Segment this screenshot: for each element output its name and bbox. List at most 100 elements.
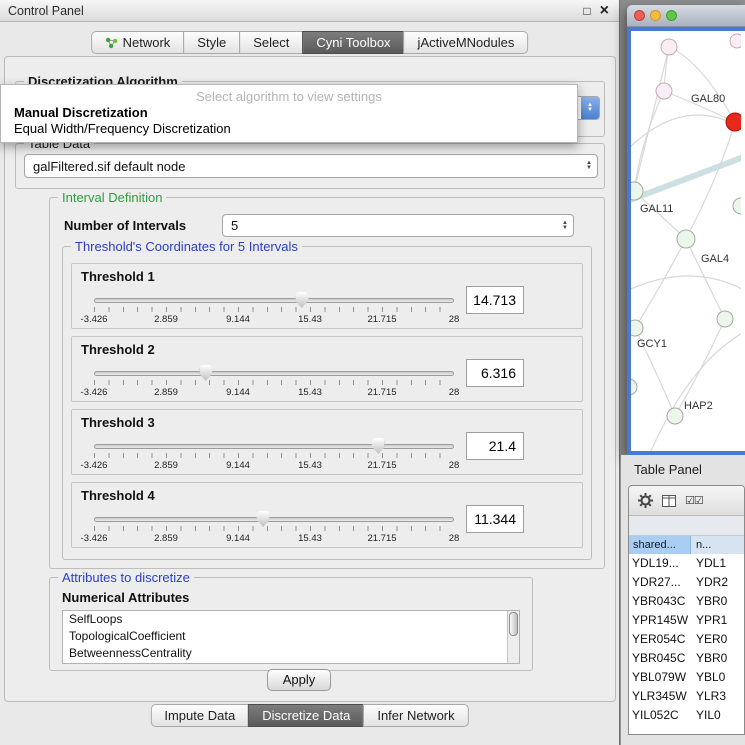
attributes-group-label: Attributes to discretize: [58, 570, 194, 585]
list-item[interactable]: SelfLoops: [63, 611, 519, 628]
column-header-shared-name[interactable]: shared...: [629, 536, 691, 554]
close-icon[interactable]: ×: [600, 4, 609, 18]
select-all-checks-icon[interactable]: ☑☑: [685, 494, 703, 507]
tick-label: 28: [449, 387, 460, 398]
table-row[interactable]: YLR345W YLR3: [629, 687, 744, 706]
dropdown-option-manual-discretization[interactable]: Manual Discretization: [1, 105, 577, 121]
tick-label: -3.426: [81, 460, 108, 471]
minimize-traffic-light[interactable]: [650, 10, 661, 21]
slider-track[interactable]: [94, 517, 454, 522]
threshold-2-value-field[interactable]: 6.316: [466, 359, 524, 387]
table-row[interactable]: YDL19... YDL1: [629, 554, 744, 573]
tick-label: -3.426: [81, 314, 108, 325]
close-traffic-light[interactable]: [634, 10, 645, 21]
tick-label: 9.144: [226, 387, 250, 398]
threshold-1-slider[interactable]: -3.426 2.859 9.144 15.43 21.715 28: [94, 294, 454, 328]
tick-label: 9.144: [226, 533, 250, 544]
cell: YBL079W: [629, 668, 691, 687]
table-data-combobox[interactable]: galFiltered.sif default node ▲▼: [24, 154, 598, 178]
number-of-intervals-value: 5: [223, 218, 557, 233]
tick-label: 2.859: [154, 314, 178, 325]
threshold-2-slider[interactable]: -3.426 2.859 9.144 15.43 21.715 28: [94, 367, 454, 401]
table-header-row: shared... n...: [629, 536, 744, 554]
cell: YDL19...: [629, 554, 691, 573]
node-label: GAL4: [701, 253, 729, 265]
tab-network[interactable]: Network: [91, 31, 185, 54]
dropdown-option-equal-width-frequency[interactable]: Equal Width/Frequency Discretization: [1, 121, 577, 137]
slider-thumb[interactable]: [372, 438, 385, 454]
slider-ticks: [94, 307, 454, 312]
tick-label: 9.144: [226, 460, 250, 471]
gear-icon[interactable]: [638, 493, 653, 508]
threshold-4-value-field[interactable]: 11.344: [466, 505, 524, 533]
interval-definition-group: Interval Definition Number of Intervals …: [49, 197, 605, 569]
tick-label: 2.859: [154, 533, 178, 544]
scrollbar[interactable]: [507, 611, 519, 663]
tab-discretize-data[interactable]: Discretize Data: [248, 704, 364, 727]
threshold-3-value-field[interactable]: 21.4: [466, 432, 524, 460]
float-window-icon[interactable]: □: [583, 4, 590, 18]
network-canvas[interactable]: GAL80 GAL11 GAL4 GCY1 HAP2: [627, 27, 745, 455]
number-of-intervals-label: Number of Intervals: [64, 218, 186, 233]
network-node[interactable]: [656, 83, 672, 99]
tab-style[interactable]: Style: [183, 31, 240, 54]
table-row[interactable]: YPR145W YPR1: [629, 611, 744, 630]
tab-label: Infer Network: [377, 705, 454, 726]
network-node-selected[interactable]: [726, 113, 741, 131]
network-node[interactable]: [733, 198, 741, 214]
table-row[interactable]: YBL079W YBL0: [629, 668, 744, 687]
tab-select[interactable]: Select: [239, 31, 303, 54]
slider-thumb[interactable]: [295, 292, 308, 308]
network-node[interactable]: [717, 311, 733, 327]
network-node[interactable]: [631, 320, 643, 336]
combo-arrows-icon[interactable]: ▲▼: [581, 97, 599, 119]
table-row[interactable]: YBR043C YBR0: [629, 592, 744, 611]
tab-jactivemnodules[interactable]: jActiveMNodules: [404, 31, 529, 54]
tick-label: 15.43: [298, 387, 322, 398]
threshold-4-panel: Threshold 4 -3.426 2.859 9.144 15.43 21.…: [71, 482, 583, 548]
network-node[interactable]: [667, 408, 683, 424]
combo-arrows-icon[interactable]: ▲▼: [581, 155, 597, 177]
network-node[interactable]: [661, 39, 677, 55]
cell: YIL0: [691, 706, 744, 725]
tab-cyni-toolbox[interactable]: Cyni Toolbox: [302, 31, 404, 54]
column-header-name[interactable]: n...: [691, 536, 744, 554]
threshold-1-value-field[interactable]: 14.713: [466, 286, 524, 314]
tick-label: -3.426: [81, 533, 108, 544]
threshold-1-panel: Threshold 1 -3.426 2.859 9.144 15.43 21.…: [71, 263, 583, 329]
list-item[interactable]: BetweennessCentrality: [63, 645, 519, 662]
zoom-traffic-light[interactable]: [666, 10, 677, 21]
combo-arrows-icon[interactable]: ▲▼: [557, 215, 573, 236]
tab-label: jActiveMNodules: [418, 32, 515, 53]
network-node[interactable]: [730, 34, 741, 48]
threshold-4-slider[interactable]: -3.426 2.859 9.144 15.43 21.715 28: [94, 513, 454, 547]
attributes-listbox: SelfLoops TopologicalCoefficient Between…: [62, 610, 520, 664]
number-of-intervals-combobox[interactable]: 5 ▲▼: [222, 214, 574, 237]
slider-track[interactable]: [94, 371, 454, 376]
cell: YBR045C: [629, 649, 691, 668]
slider-track[interactable]: [94, 444, 454, 449]
table-row[interactable]: YIL052C YIL0: [629, 706, 744, 725]
table-row[interactable]: YER054C YER0: [629, 630, 744, 649]
control-panel-titlebar: Control Panel □ ×: [0, 0, 619, 22]
tab-infer-network[interactable]: Infer Network: [363, 704, 468, 727]
threshold-3-slider[interactable]: -3.426 2.859 9.144 15.43 21.715 28: [94, 440, 454, 474]
tick-label: 28: [449, 314, 460, 325]
tab-label: Select: [253, 32, 289, 53]
columns-icon[interactable]: [662, 495, 676, 507]
cell: YIL052C: [629, 706, 691, 725]
network-node[interactable]: [631, 379, 637, 395]
slider-track[interactable]: [94, 298, 454, 303]
list-item[interactable]: TopologicalCoefficient: [63, 628, 519, 645]
slider-thumb[interactable]: [199, 365, 212, 381]
slider-thumb[interactable]: [257, 511, 270, 527]
tab-impute-data[interactable]: Impute Data: [150, 704, 249, 727]
tick-label: 21.715: [367, 460, 396, 471]
scrollbar-thumb[interactable]: [509, 612, 518, 636]
node-label: HAP2: [684, 400, 713, 412]
apply-button[interactable]: Apply: [267, 669, 331, 691]
table-row[interactable]: YBR045C YBR0: [629, 649, 744, 668]
table-row[interactable]: YDR27... YDR2: [629, 573, 744, 592]
screen: Control Panel □ × Network Style: [0, 0, 745, 745]
network-node[interactable]: [677, 230, 695, 248]
